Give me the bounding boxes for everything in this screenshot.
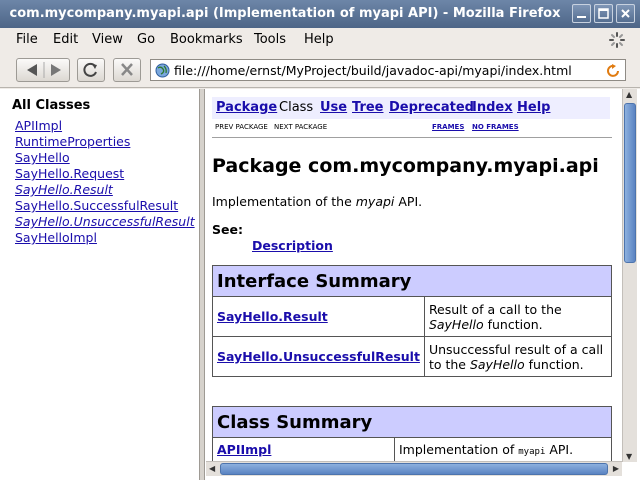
description-link[interactable]: Description <box>252 238 333 253</box>
summary-link[interactable]: APIImpl <box>212 437 395 461</box>
summary-desc: Implementation of myapi API. <box>394 437 612 461</box>
frames-link[interactable]: FRAMES <box>432 123 464 131</box>
back-forward-buttons <box>16 58 70 82</box>
interface-link[interactable]: SayHello.Result <box>15 182 195 198</box>
summary-link[interactable]: SayHello.UnsuccessfulResult <box>212 336 425 377</box>
menu-view[interactable]: View <box>92 32 123 47</box>
desc-text: Implementation of the <box>212 194 356 209</box>
nav-deprecated[interactable]: Deprecated <box>389 100 474 115</box>
url-text: file:///home/ernst/MyProject/build/javad… <box>174 63 572 78</box>
doc-nav-bar: Package Class Use Tree Deprecated Index … <box>212 97 610 119</box>
navigation-toolbar: file:///home/ernst/MyProject/build/javad… <box>0 52 640 88</box>
class-link[interactable]: SayHelloImpl <box>15 230 195 246</box>
class-link[interactable]: RuntimeProperties <box>15 134 195 150</box>
table-row: SayHello.Result Result of a call to the … <box>212 296 613 337</box>
stop-icon <box>121 63 133 76</box>
package-frame: Package Class Use Tree Deprecated Index … <box>206 91 622 461</box>
back-forward-icons <box>27 62 61 78</box>
desc-emphasis: SayHello <box>469 356 525 372</box>
go-icon[interactable] <box>606 63 621 78</box>
scroll-left-icon[interactable]: ◀ <box>209 464 215 473</box>
menu-go[interactable]: Go <box>137 32 155 47</box>
maximize-button[interactable] <box>594 4 613 23</box>
menu-help[interactable]: Help <box>304 32 334 47</box>
menu-bar: File Edit View Go Bookmarks Tools Help <box>0 28 640 52</box>
horizontal-scroll-thumb[interactable] <box>220 463 608 475</box>
nav-package[interactable]: Package <box>216 100 277 115</box>
nav-use[interactable]: Use <box>320 100 347 115</box>
next-package: NEXT PACKAGE <box>274 123 328 131</box>
all-classes-frame: All Classes APIImpl RuntimeProperties Sa… <box>3 91 199 476</box>
class-summary-heading: Class Summary <box>212 406 612 438</box>
vertical-scroll-thumb[interactable] <box>624 103 636 263</box>
window-title-bar[interactable]: com.mycompany.myapi.api (Implementation … <box>0 0 640 28</box>
nav-help[interactable]: Help <box>517 100 550 115</box>
desc-text-end: function. <box>524 356 584 372</box>
desc-text-end: API. <box>545 442 574 457</box>
back-arrow-icon[interactable] <box>27 64 37 76</box>
summary-desc: Result of a call to the SayHello functio… <box>423 296 613 337</box>
scroll-down-icon[interactable]: ▼ <box>626 452 632 461</box>
desc-text-end: function. <box>483 316 543 332</box>
package-description: Implementation of the myapi API. <box>212 194 422 209</box>
divider <box>212 137 612 138</box>
menu-file[interactable]: File <box>16 32 38 47</box>
reload-icon <box>83 62 97 77</box>
scroll-right-icon[interactable]: ▶ <box>613 464 619 473</box>
window-title: com.mycompany.myapi.api (Implementation … <box>9 6 561 21</box>
nav-class: Class <box>279 100 314 115</box>
class-link[interactable]: APIImpl <box>15 118 195 134</box>
class-link[interactable]: SayHello <box>15 150 195 166</box>
close-icon <box>621 9 630 18</box>
reload-button[interactable] <box>77 58 105 82</box>
interface-link[interactable]: SayHello.UnsuccessfulResult <box>15 214 195 230</box>
desc-code: myapi <box>518 447 546 457</box>
desc-emphasis: myapi <box>355 194 395 209</box>
desc-text-end: API. <box>394 194 423 209</box>
menu-edit[interactable]: Edit <box>53 32 78 47</box>
all-classes-heading: All Classes <box>12 98 91 113</box>
stop-button[interactable] <box>113 58 141 82</box>
summary-desc: Unsuccessful result of a call to the Say… <box>423 336 613 377</box>
vertical-scrollbar[interactable]: ▲ ▼ <box>622 89 637 462</box>
page-title: Package com.mycompany.myapi.api <box>212 155 599 177</box>
class-summary-table: Class Summary APIImpl Implementation of … <box>212 406 612 461</box>
maximize-icon <box>598 8 609 19</box>
prev-package: PREV PACKAGE <box>215 123 268 131</box>
class-link[interactable]: SayHello.Request <box>15 166 195 182</box>
desc-text: Result of a call to the <box>428 301 562 317</box>
desc-text: Implementation of <box>399 442 519 457</box>
interface-summary-heading: Interface Summary <box>212 265 612 297</box>
see-label: See: <box>212 222 243 237</box>
globe-icon <box>155 63 170 78</box>
menu-tools[interactable]: Tools <box>254 32 286 47</box>
class-list: APIImpl RuntimeProperties SayHello SayHe… <box>15 118 195 246</box>
nav-index[interactable]: Index <box>472 100 513 115</box>
throbber-icon <box>609 32 625 48</box>
table-row: SayHello.UnsuccessfulResult Unsuccessful… <box>212 336 613 377</box>
forward-arrow-icon[interactable] <box>51 64 61 76</box>
class-link[interactable]: SayHello.SuccessfulResult <box>15 198 195 214</box>
desc-emphasis: SayHello <box>428 316 484 332</box>
nav-tree[interactable]: Tree <box>352 100 383 115</box>
no-frames-link[interactable]: NO FRAMES <box>472 123 519 131</box>
table-row: APIImpl Implementation of myapi API. <box>212 437 612 461</box>
minimize-icon <box>577 16 586 18</box>
summary-link[interactable]: SayHello.Result <box>212 296 425 337</box>
interface-summary-table: Interface Summary SayHello.Result Result… <box>212 265 613 377</box>
url-bar[interactable]: file:///home/ernst/MyProject/build/javad… <box>150 59 626 81</box>
close-button[interactable] <box>616 4 635 23</box>
frame-splitter[interactable] <box>199 89 205 480</box>
browser-content: All Classes APIImpl RuntimeProperties Sa… <box>0 89 640 480</box>
scroll-up-icon[interactable]: ▲ <box>626 90 632 99</box>
minimize-button[interactable] <box>572 4 591 23</box>
menu-bookmarks[interactable]: Bookmarks <box>170 32 243 47</box>
horizontal-scrollbar[interactable]: ◀ ▶ <box>206 461 622 476</box>
